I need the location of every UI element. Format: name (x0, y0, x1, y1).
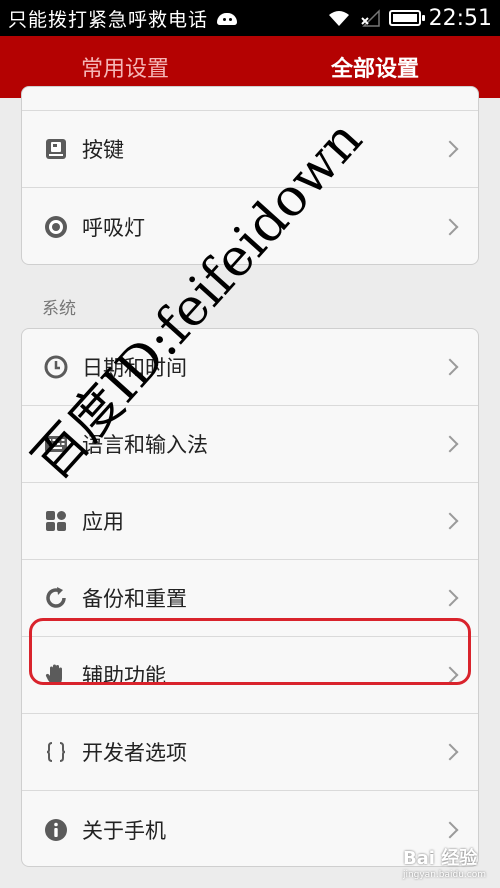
list-item-date-time[interactable]: 日期和时间 (22, 329, 478, 406)
logo-text: Bai 经验 (402, 848, 478, 869)
breathing-light-icon (45, 215, 67, 238)
top-settings-group: 按键 呼吸灯 (21, 86, 479, 265)
list-item-hidden (22, 87, 478, 111)
list-item-label: 日期和时间 (82, 356, 187, 380)
wifi-icon (328, 11, 349, 26)
list-item-label: 语言和输入法 (82, 433, 208, 457)
android-icon (216, 10, 238, 26)
chevron-right-icon (441, 821, 459, 838)
info-icon (45, 818, 67, 841)
status-bar: 只能拨打紧急呼救电话 22:51 (0, 0, 500, 36)
list-item-accessibility[interactable]: 辅助功能 (22, 637, 478, 714)
clock-text: 22:51 (428, 5, 492, 31)
carrier-text: 只能拨打紧急呼救电话 (8, 8, 209, 31)
key-icon (46, 139, 66, 159)
no-signal-icon (360, 9, 380, 27)
chevron-right-icon (441, 512, 459, 530)
list-item-backup-reset[interactable]: 备份和重置 (22, 560, 478, 637)
list-item-label: 关于手机 (82, 818, 166, 843)
backup-icon (46, 587, 66, 608)
list-item-developer-options[interactable]: 开发者选项 (22, 714, 478, 791)
list-item-breathing-light[interactable]: 呼吸灯 (22, 188, 478, 264)
list-item-label: 呼吸灯 (82, 215, 145, 240)
section-title-system: 系统 (42, 299, 76, 319)
battery-icon (388, 10, 425, 26)
list-item-keys[interactable]: 按键 (22, 111, 478, 188)
keyboard-icon (45, 436, 67, 452)
chevron-right-icon (441, 666, 459, 684)
chevron-right-icon (441, 589, 459, 607)
apps-icon (46, 511, 66, 531)
chevron-right-icon (441, 358, 459, 376)
hand-icon (45, 664, 62, 685)
logo-sub: jingyan.baidu.com (402, 870, 486, 880)
list-item-label: 开发者选项 (82, 741, 187, 765)
system-settings-group: 日期和时间 语言和输入法 应用 备份和重置 辅助功能 开发者选项 关于手机 (21, 328, 479, 867)
list-item-label: 按键 (82, 138, 124, 162)
list-item-label: 辅助功能 (82, 664, 166, 688)
chevron-right-icon (441, 218, 459, 235)
chevron-right-icon (441, 140, 459, 158)
status-icons: 22:51 (327, 6, 492, 31)
list-item-label: 应用 (82, 510, 124, 534)
list-item-language-input[interactable]: 语言和输入法 (22, 406, 478, 483)
settings-list: 按键 呼吸灯 系统 日期和时间 语言和输入法 应用 备份和重置 辅助功能 开发者… (0, 86, 500, 888)
braces-icon (46, 742, 66, 762)
list-item-label: 备份和重置 (82, 587, 187, 611)
list-item-apps[interactable]: 应用 (22, 483, 478, 560)
chevron-right-icon (441, 743, 459, 761)
clock-icon (44, 355, 68, 379)
chevron-right-icon (441, 435, 459, 453)
baidu-jingyan-logo: Bai 经验 jingyan.baidu.com (403, 844, 486, 880)
